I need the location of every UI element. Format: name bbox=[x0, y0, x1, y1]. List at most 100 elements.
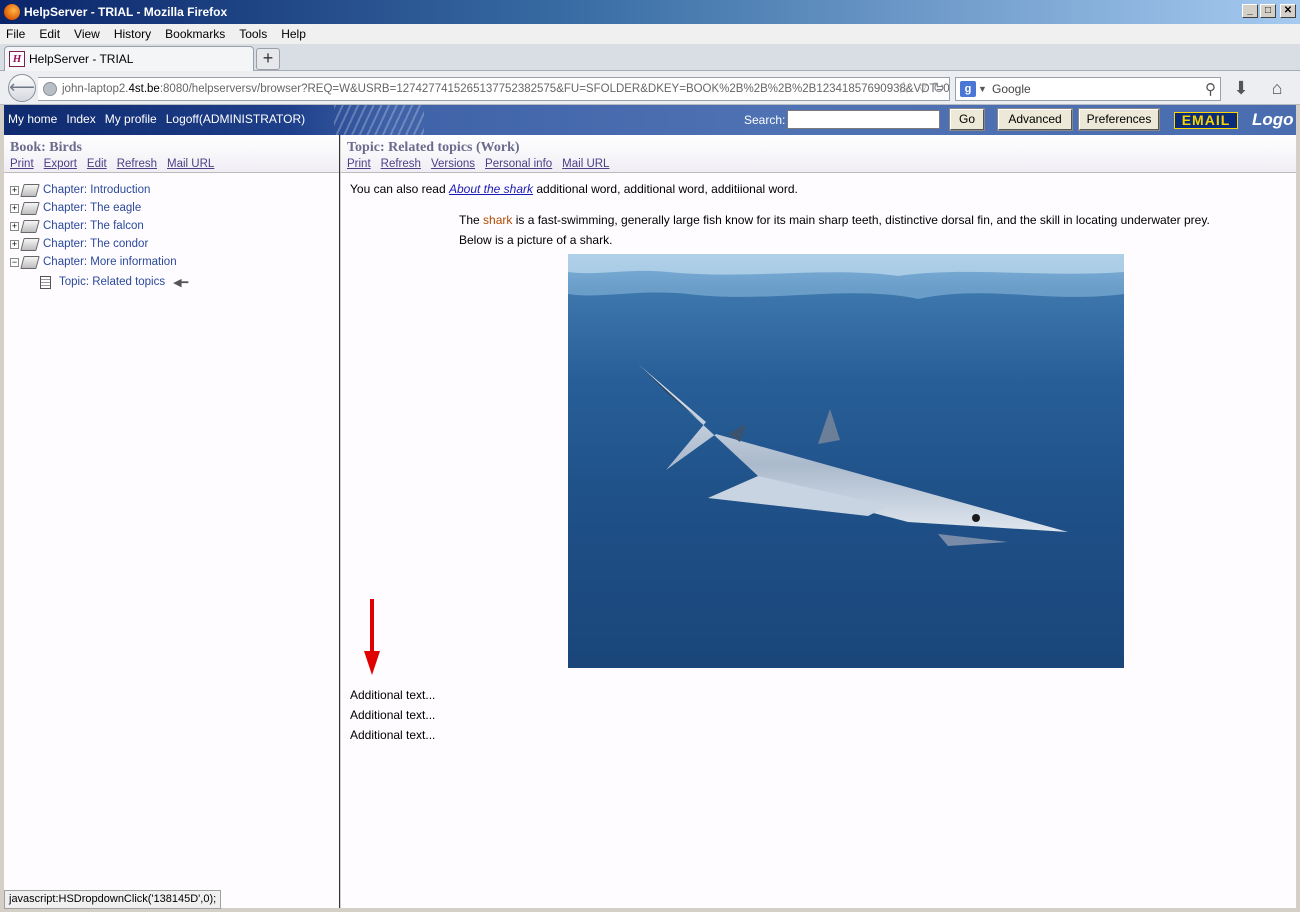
about-shark-link[interactable]: About the shark bbox=[449, 182, 533, 196]
firefox-icon bbox=[4, 4, 20, 20]
expand-icon[interactable]: + bbox=[10, 239, 19, 249]
topic-personal-info-link[interactable]: Personal info bbox=[485, 158, 552, 170]
para-post: is a fast-swimming, generally large fish… bbox=[512, 213, 1210, 227]
tab-label: HelpServer - TRIAL bbox=[29, 52, 134, 66]
preferences-button[interactable]: Preferences bbox=[1078, 108, 1160, 131]
menu-view[interactable]: View bbox=[74, 27, 100, 41]
my-profile-link[interactable]: My profile bbox=[105, 112, 157, 126]
status-bar: javascript:HSDropdownClick('138145D',0); bbox=[4, 890, 222, 909]
helpserver-favicon-icon: H bbox=[9, 51, 25, 67]
minimize-button[interactable]: _ bbox=[1242, 4, 1258, 18]
tab-strip: H HelpServer - TRIAL + bbox=[0, 44, 1300, 71]
topic-versions-link[interactable]: Versions bbox=[431, 158, 475, 170]
book-export-link[interactable]: Export bbox=[44, 158, 77, 170]
google-icon[interactable]: g bbox=[960, 81, 976, 97]
tab-helpserver[interactable]: H HelpServer - TRIAL bbox=[4, 46, 254, 71]
reload-icon[interactable]: ↻ bbox=[932, 78, 945, 100]
tree-topic[interactable]: Topic: Related topics ◀━ bbox=[10, 273, 339, 291]
menu-bookmarks[interactable]: Bookmarks bbox=[165, 27, 225, 41]
menu-bar: File Edit View History Bookmarks Tools H… bbox=[0, 24, 1300, 44]
additional-text: Additional text... bbox=[350, 688, 436, 702]
chapter-label[interactable]: Chapter: More information bbox=[43, 256, 177, 268]
menu-file[interactable]: File bbox=[6, 27, 25, 41]
navigation-bar: ⟵ john-laptop2.4st.be:8080/helpserversv/… bbox=[0, 71, 1300, 105]
chapter-label[interactable]: Chapter: The falcon bbox=[43, 220, 144, 232]
shark-term[interactable]: shark bbox=[483, 213, 512, 227]
red-down-arrow-icon bbox=[364, 599, 380, 675]
download-icon[interactable]: ⬇ bbox=[1230, 77, 1252, 99]
tree-chapter[interactable]: + Chapter: The falcon bbox=[10, 217, 339, 235]
topic-label[interactable]: Topic: Related topics bbox=[59, 276, 165, 288]
index-link[interactable]: Index bbox=[66, 112, 95, 126]
menu-edit[interactable]: Edit bbox=[39, 27, 60, 41]
bookmark-star-icon[interactable]: ☆ bbox=[897, 78, 911, 100]
chapter-book-icon bbox=[20, 219, 40, 233]
para-pre: The bbox=[459, 213, 484, 227]
additional-text: Additional text... bbox=[350, 708, 436, 722]
header-bird-graphic bbox=[334, 105, 424, 135]
new-tab-button[interactable]: + bbox=[256, 48, 280, 70]
menu-history[interactable]: History bbox=[114, 27, 151, 41]
intro-text: You can also read bbox=[350, 182, 449, 196]
maximize-button[interactable]: □ bbox=[1260, 4, 1276, 18]
tree-chapter[interactable]: − Chapter: More information bbox=[10, 253, 339, 271]
book-title: Book: Birds bbox=[10, 140, 82, 155]
search-icon[interactable]: ⚲ bbox=[1205, 79, 1216, 101]
topic-pane: Topic: Related topics (Work) Print Refre… bbox=[341, 135, 1296, 908]
picture-caption: Below is a picture of a shark. bbox=[459, 233, 613, 247]
advanced-button[interactable]: Advanced bbox=[997, 108, 1073, 131]
chapter-book-icon bbox=[20, 183, 40, 197]
book-refresh-link[interactable]: Refresh bbox=[117, 158, 157, 170]
shark-image bbox=[568, 254, 1124, 668]
my-home-link[interactable]: My home bbox=[8, 112, 57, 126]
web-search-input[interactable]: g ▼ Google ⚲ bbox=[955, 77, 1221, 101]
topic-print-link[interactable]: Print bbox=[347, 158, 371, 170]
additional-text-block: Additional text... Additional text... Ad… bbox=[350, 685, 435, 745]
book-pane: Book: Birds Print Export Edit Refresh Ma… bbox=[4, 135, 340, 908]
globe-icon bbox=[43, 82, 57, 96]
menu-help[interactable]: Help bbox=[281, 27, 306, 41]
shark-paragraph: The shark is a fast-swimming, generally … bbox=[459, 210, 1296, 250]
home-icon[interactable]: ⌂ bbox=[1266, 77, 1288, 99]
app-header: My home Index My profile Logoff(ADMINIST… bbox=[4, 105, 1296, 135]
chapter-label[interactable]: Chapter: The condor bbox=[43, 238, 148, 250]
book-pane-header: Book: Birds Print Export Edit Refresh Ma… bbox=[4, 135, 339, 173]
book-tree: + Chapter: Introduction + Chapter: The e… bbox=[4, 173, 339, 291]
topic-mail-url-link[interactable]: Mail URL bbox=[562, 158, 609, 170]
book-edit-link[interactable]: Edit bbox=[87, 158, 107, 170]
url-dropdown-icon[interactable]: ▽ bbox=[919, 78, 927, 100]
collapse-icon[interactable]: − bbox=[10, 257, 19, 267]
email-button[interactable]: EMAIL bbox=[1174, 112, 1238, 129]
window-title: HelpServer - TRIAL - Mozilla Firefox bbox=[24, 5, 228, 19]
tree-chapter[interactable]: + Chapter: The eagle bbox=[10, 199, 339, 217]
book-print-link[interactable]: Print bbox=[10, 158, 34, 170]
search-input[interactable] bbox=[787, 110, 940, 129]
menu-tools[interactable]: Tools bbox=[239, 27, 267, 41]
logoff-link[interactable]: Logoff(ADMINISTRATOR) bbox=[166, 112, 305, 126]
top-links: My home Index My profile Logoff(ADMINIST… bbox=[8, 112, 305, 126]
expand-icon[interactable]: + bbox=[10, 203, 19, 213]
address-bar[interactable]: john-laptop2.4st.be:8080/helpserversv/br… bbox=[38, 77, 950, 101]
book-mail-url-link[interactable]: Mail URL bbox=[167, 158, 214, 170]
tree-chapter[interactable]: + Chapter: Introduction bbox=[10, 181, 339, 199]
document-icon bbox=[40, 275, 51, 289]
chapter-label[interactable]: Chapter: Introduction bbox=[43, 184, 150, 196]
chapter-label[interactable]: Chapter: The eagle bbox=[43, 202, 141, 214]
url-host: 4st.be bbox=[128, 83, 160, 95]
go-button[interactable]: Go bbox=[949, 108, 985, 131]
window-titlebar: HelpServer - TRIAL - Mozilla Firefox _ □… bbox=[0, 0, 1300, 24]
tree-chapter[interactable]: + Chapter: The condor bbox=[10, 235, 339, 253]
intro-line: You can also read About the shark additi… bbox=[350, 182, 1296, 196]
back-arrow-icon: ⟵ bbox=[9, 77, 35, 97]
chapter-book-icon bbox=[20, 201, 40, 215]
close-button[interactable]: ✕ bbox=[1280, 4, 1296, 18]
web-search-placeholder: Google bbox=[992, 82, 1031, 96]
search-label: Search: bbox=[744, 113, 786, 127]
search-engine-dropdown-icon[interactable]: ▼ bbox=[978, 78, 987, 100]
book-actions: Print Export Edit Refresh Mail URL bbox=[10, 158, 333, 170]
back-button[interactable]: ⟵ bbox=[8, 74, 36, 102]
expand-icon[interactable]: + bbox=[10, 185, 19, 195]
logo: Logo bbox=[1252, 110, 1294, 129]
topic-refresh-link[interactable]: Refresh bbox=[381, 158, 421, 170]
expand-icon[interactable]: + bbox=[10, 221, 19, 231]
